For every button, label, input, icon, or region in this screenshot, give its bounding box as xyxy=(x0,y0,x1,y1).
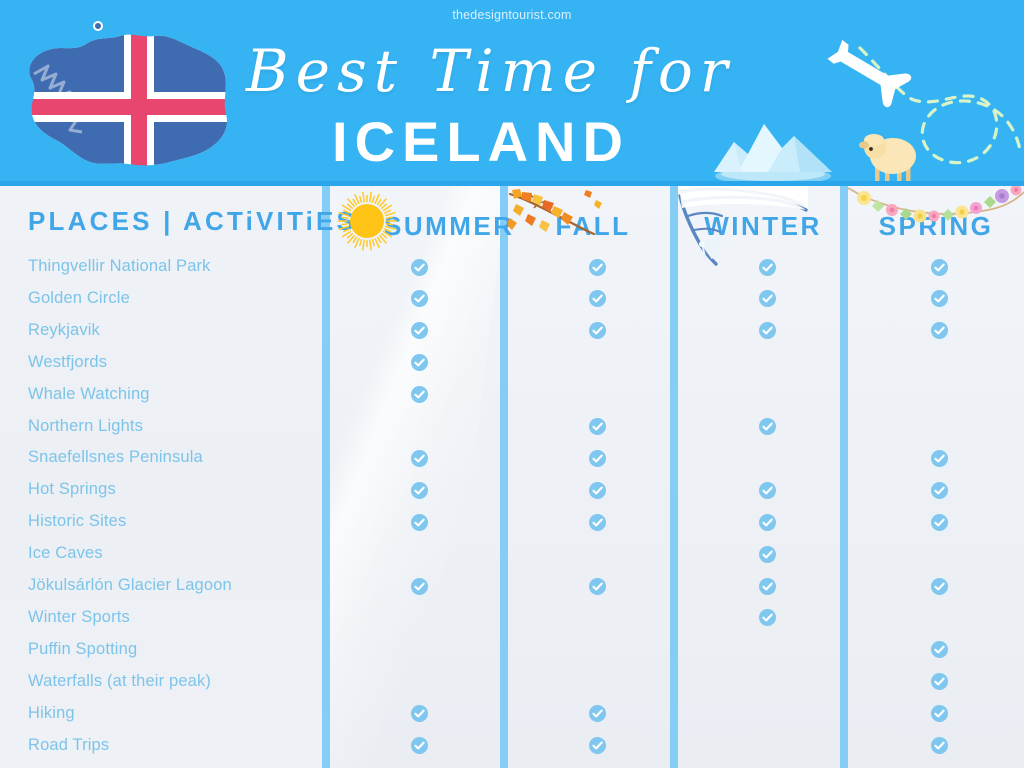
airplane-icon xyxy=(827,39,1022,165)
check-icon[interactable] xyxy=(410,354,428,372)
row-label: Hiking xyxy=(28,703,75,722)
places-activities-header: PLACES | ACTiVITiES xyxy=(28,206,358,236)
column-header-fall[interactable]: FALL xyxy=(508,211,678,242)
row-label: Thingvellir National Park xyxy=(28,257,211,275)
row-label: Historic Sites xyxy=(28,512,127,531)
check-icon[interactable] xyxy=(410,577,428,595)
check-icon[interactable] xyxy=(588,290,606,308)
check-icon[interactable] xyxy=(758,609,776,627)
check-icon[interactable] xyxy=(588,258,606,276)
check-icon[interactable] xyxy=(588,481,606,499)
check-icon[interactable] xyxy=(930,258,948,276)
column-divider xyxy=(322,186,330,768)
check-icon[interactable] xyxy=(588,322,606,340)
row-label: Hot Springs xyxy=(28,480,116,499)
check-icon[interactable] xyxy=(588,418,606,435)
column-divider xyxy=(500,186,508,768)
row-label: Puffin Spotting xyxy=(28,639,138,658)
row-label: Whale Watching xyxy=(28,384,150,403)
column-divider xyxy=(840,186,848,768)
check-icon[interactable] xyxy=(930,481,948,499)
check-icon[interactable] xyxy=(588,513,606,531)
check-icon[interactable] xyxy=(930,641,948,659)
check-icon[interactable] xyxy=(758,322,776,340)
check-icon[interactable] xyxy=(758,481,776,499)
check-icon[interactable] xyxy=(758,258,776,276)
header-banner: thedesigntourist.com Best Time for ICELA… xyxy=(0,0,1024,186)
iceland-map-flag-icon xyxy=(12,14,244,182)
row-label: Northern Lights xyxy=(28,416,144,435)
check-icon[interactable] xyxy=(410,386,428,404)
check-icon[interactable] xyxy=(930,290,948,308)
check-icon[interactable] xyxy=(930,673,948,691)
row-label: Winter Sports xyxy=(28,607,130,626)
check-icon[interactable] xyxy=(410,449,428,467)
check-icon[interactable] xyxy=(758,513,776,531)
check-icon[interactable] xyxy=(410,705,428,723)
check-icon[interactable] xyxy=(930,737,948,754)
check-icon[interactable] xyxy=(930,513,948,531)
check-icon[interactable] xyxy=(588,737,606,754)
check-icon[interactable] xyxy=(758,290,776,308)
row-label: Westfjords xyxy=(28,352,108,371)
column-divider xyxy=(670,186,678,768)
check-icon[interactable] xyxy=(410,322,428,340)
check-icon[interactable] xyxy=(930,322,948,340)
page-title-script: Best Time for xyxy=(246,37,735,105)
row-label: Road Trips xyxy=(28,735,110,754)
check-icon[interactable] xyxy=(588,449,606,467)
check-icon[interactable] xyxy=(588,705,606,723)
check-icon[interactable] xyxy=(410,737,428,754)
row-label: Snaefellsnes Peninsula xyxy=(28,448,203,467)
page-title: ICELAND xyxy=(332,110,630,173)
check-icon[interactable] xyxy=(410,258,428,276)
check-icon[interactable] xyxy=(758,418,776,435)
check-icon[interactable] xyxy=(930,449,948,467)
check-icon[interactable] xyxy=(410,290,428,308)
check-icon[interactable] xyxy=(758,545,776,563)
infographic-page: thedesigntourist.com Best Time for ICELA… xyxy=(0,0,1024,768)
column-header-summer[interactable]: SUMMER xyxy=(384,211,512,242)
row-label: Reykjavik xyxy=(28,320,100,339)
row-label: Jökulsárlón Glacier Lagoon xyxy=(28,576,232,594)
column-header-winter[interactable]: WINTER xyxy=(678,211,848,242)
check-icon[interactable] xyxy=(930,705,948,723)
row-label: Waterfalls (at their peak) xyxy=(28,671,212,690)
check-icon[interactable] xyxy=(930,577,948,595)
check-icon[interactable] xyxy=(588,577,606,595)
check-icon[interactable] xyxy=(410,481,428,499)
column-header-spring[interactable]: SPRING xyxy=(848,211,1024,242)
check-icon[interactable] xyxy=(758,577,776,595)
check-icon[interactable] xyxy=(410,513,428,531)
row-label: Golden Circle xyxy=(28,288,130,307)
row-label: Ice Caves xyxy=(28,544,103,563)
